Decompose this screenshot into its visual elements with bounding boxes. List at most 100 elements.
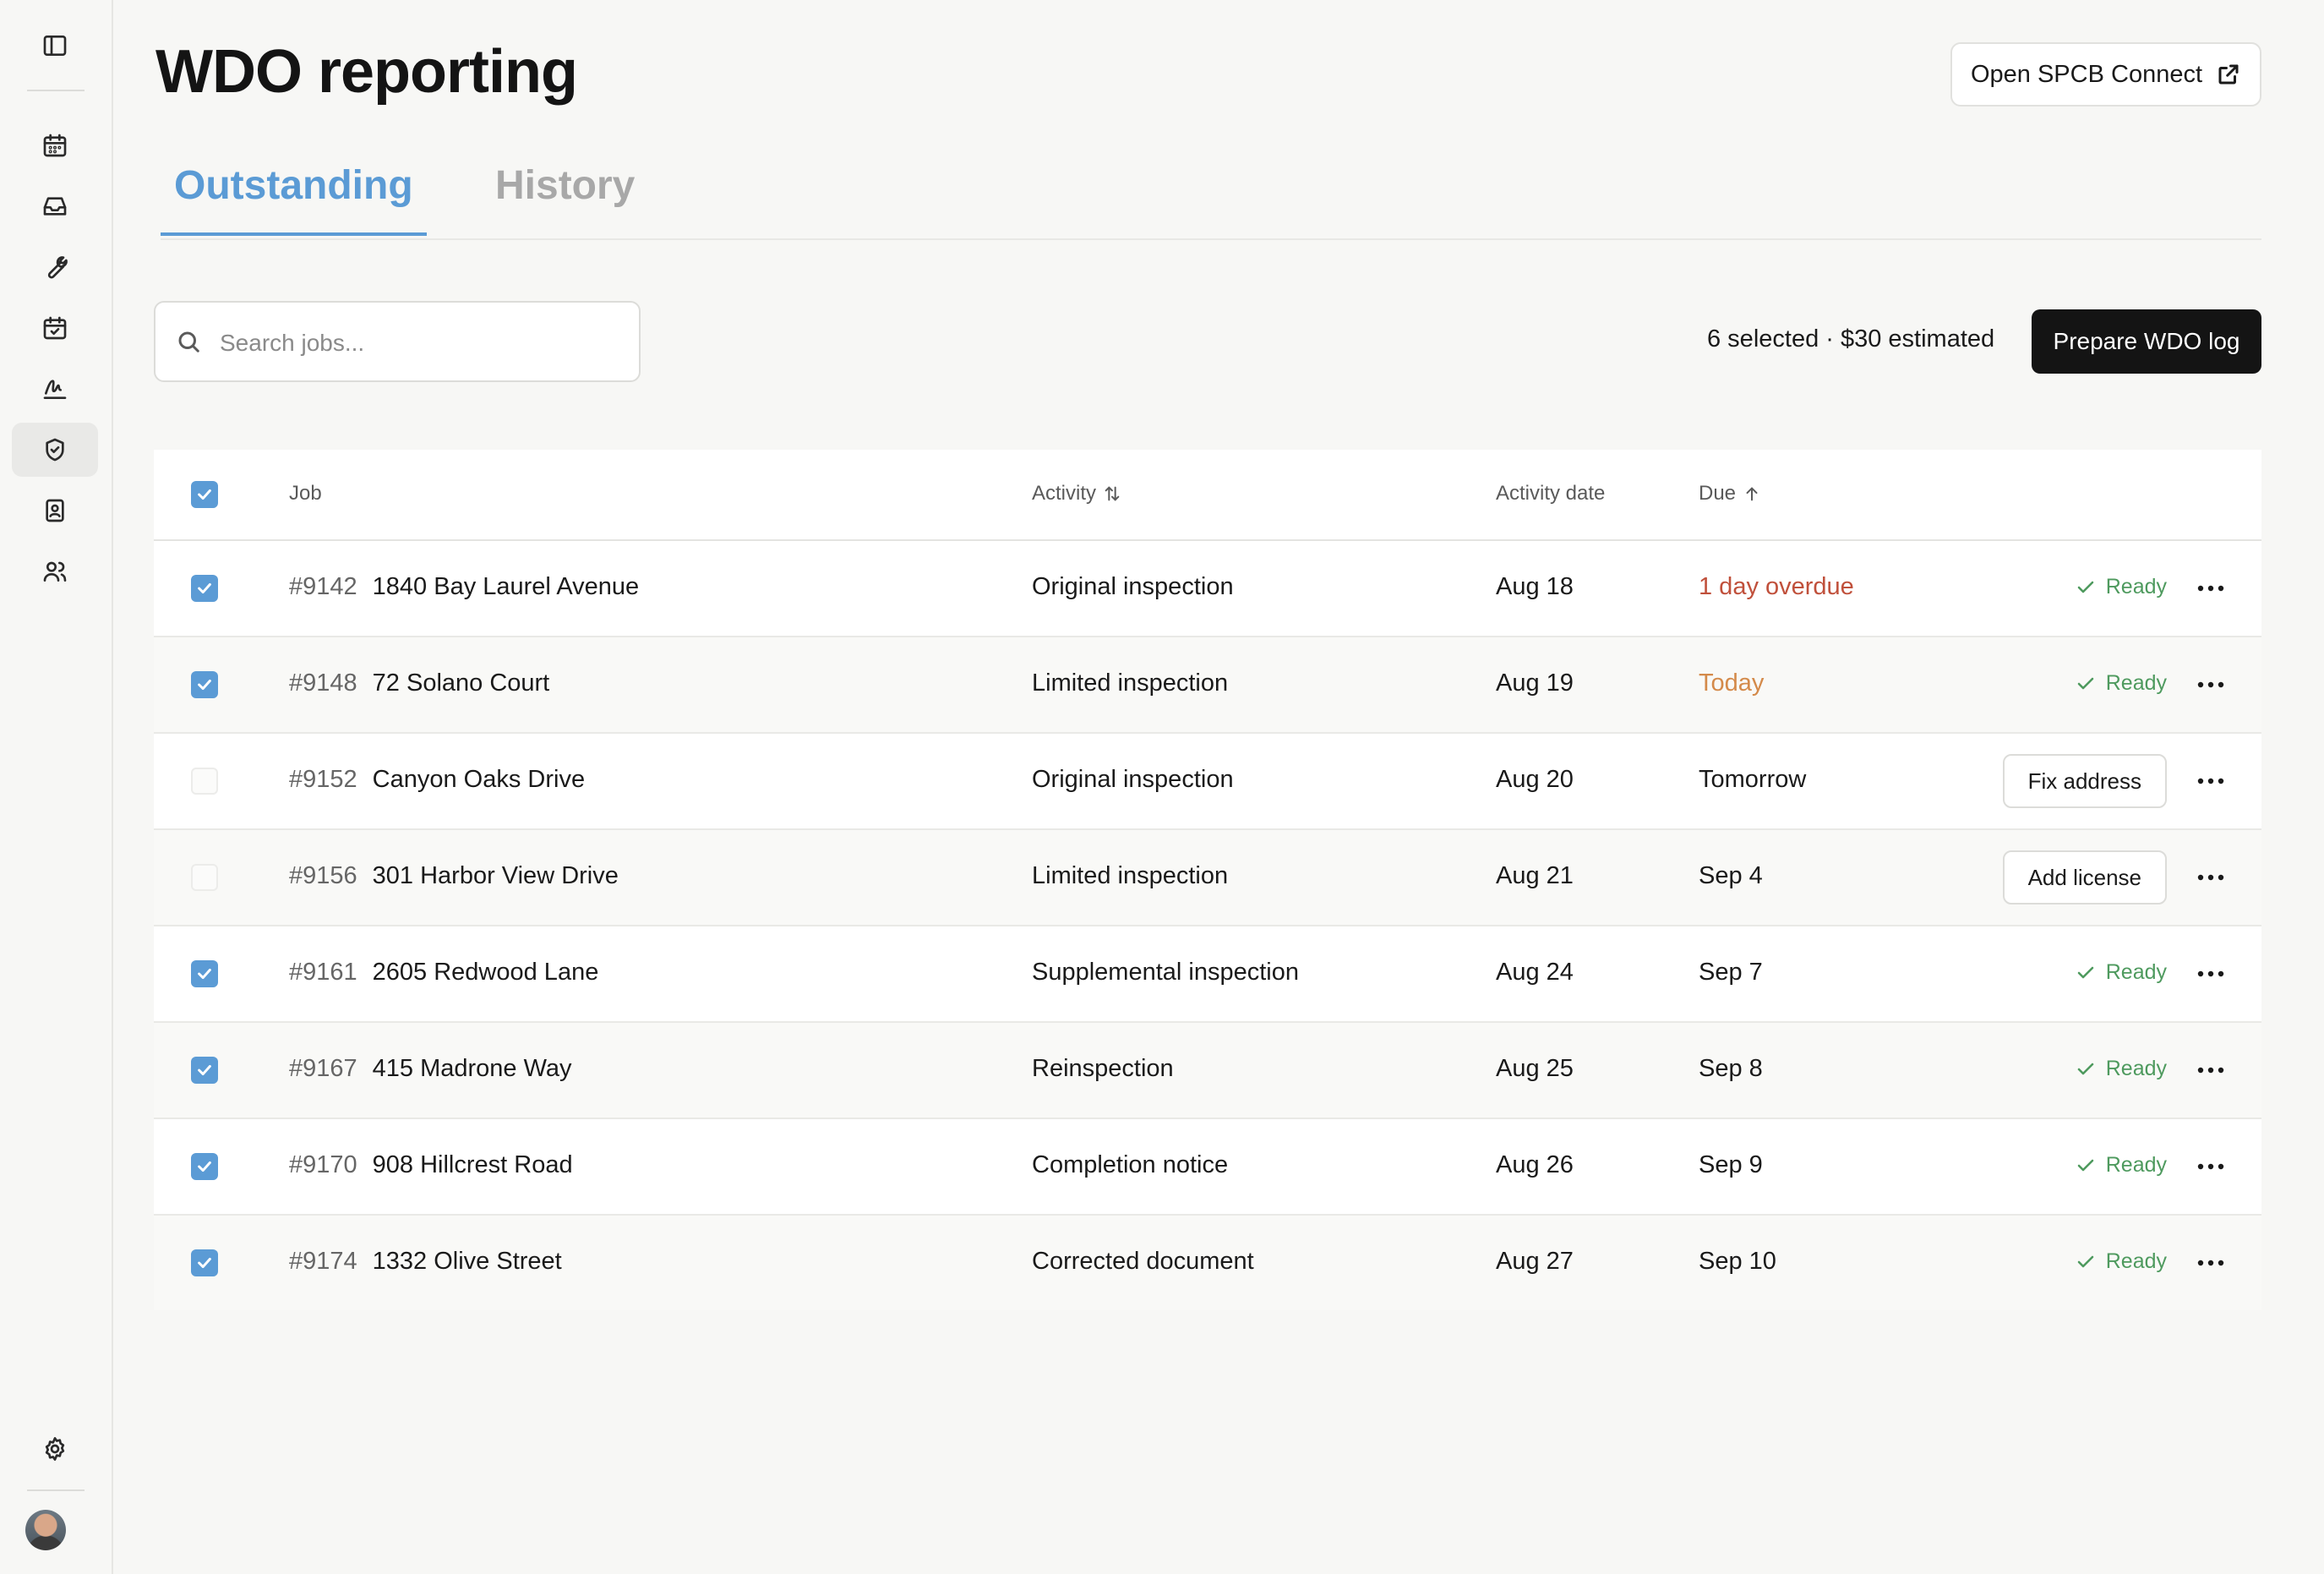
row-checkbox[interactable] (191, 671, 218, 698)
table-body: #9142 1840 Bay Laurel Avenue Original insp… (154, 541, 2261, 1310)
search-input[interactable] (218, 321, 627, 365)
check-icon (198, 968, 211, 980)
shield-check-icon[interactable] (12, 423, 98, 477)
row-checkbox[interactable] (191, 1249, 218, 1276)
activity-cell: Original inspection (1032, 766, 1234, 793)
activity-cell: Limited inspection (1032, 669, 1229, 697)
check-icon (198, 679, 211, 691)
job-address[interactable]: 1332 Olive Street (373, 1248, 562, 1275)
table-row[interactable]: #9152 Canyon Oaks Drive Original inspectio… (154, 734, 2261, 830)
job-id: #9142 (289, 573, 357, 600)
activity-cell: Limited inspection (1032, 862, 1229, 889)
row-checkbox[interactable] (191, 768, 218, 795)
more-icon (2197, 1260, 2224, 1266)
row-checkbox[interactable] (191, 1057, 218, 1084)
table-row[interactable]: #9174 1332 Olive Street Corrected document… (154, 1216, 2261, 1310)
sidebar-divider (27, 90, 85, 91)
page-title: WDO reporting (155, 38, 578, 106)
external-link-icon (2218, 64, 2239, 85)
job-address[interactable]: 72 Solano Court (373, 669, 550, 697)
activity-date-cell: Aug 26 (1496, 1151, 1574, 1178)
more-options-button[interactable] (2194, 1248, 2228, 1278)
checkmark-icon (2077, 581, 2094, 593)
more-options-button[interactable] (2194, 959, 2228, 989)
due-cell: Sep 9 (1699, 1151, 1763, 1178)
column-header-due[interactable]: Due (1699, 482, 1761, 506)
activity-date-cell: Aug 24 (1496, 959, 1574, 986)
job-id: #9174 (289, 1248, 357, 1275)
due-cell: Today (1699, 669, 1765, 697)
avatar[interactable] (25, 1510, 66, 1550)
open-spcb-connect-button[interactable]: Open SPCB Connect (1950, 42, 2261, 107)
tab-bar: Outstanding History (161, 152, 2261, 240)
job-id: #9170 (289, 1151, 357, 1178)
signature-icon[interactable] (12, 362, 98, 416)
table-row[interactable]: #9142 1840 Bay Laurel Avenue Original insp… (154, 541, 2261, 637)
check-icon (198, 1161, 211, 1172)
status-ready: Ready (2076, 575, 2167, 599)
check-icon (198, 489, 211, 500)
row-checkbox[interactable] (191, 864, 218, 891)
check-icon (198, 582, 211, 594)
check-icon (198, 1257, 211, 1269)
table-row[interactable]: #9170 908 Hillcrest Road Completion notice… (154, 1119, 2261, 1216)
job-id: #9156 (289, 862, 357, 889)
job-address[interactable]: 908 Hillcrest Road (373, 1151, 573, 1178)
row-checkbox[interactable] (191, 1153, 218, 1180)
job-address[interactable]: 1840 Bay Laurel Avenue (373, 573, 640, 600)
column-header-label: Activity (1032, 482, 1097, 505)
activity-date-cell: Aug 20 (1496, 766, 1574, 793)
contact-book-icon[interactable] (12, 484, 98, 538)
due-cell: Tomorrow (1699, 766, 1807, 793)
row-checkbox[interactable] (191, 575, 218, 602)
due-cell: Sep 4 (1699, 862, 1763, 889)
more-options-button[interactable] (2194, 1151, 2228, 1182)
activity-date-cell: Aug 18 (1496, 573, 1574, 600)
gear-icon[interactable] (12, 1422, 98, 1476)
prepare-wdo-log-button[interactable]: Prepare WDO log (2032, 309, 2261, 374)
tab-outstanding[interactable]: Outstanding (161, 162, 427, 236)
users-icon[interactable] (12, 544, 98, 598)
activity-date-cell: Aug 27 (1496, 1248, 1574, 1275)
inbox-icon[interactable] (12, 179, 98, 233)
more-options-button[interactable] (2194, 766, 2228, 796)
row-action-button[interactable]: Fix address (2002, 754, 2167, 808)
calendar-check-icon[interactable] (12, 301, 98, 355)
due-cell: 1 day overdue (1699, 573, 1854, 600)
table-row[interactable]: #9148 72 Solano Court Limited inspection Au… (154, 637, 2261, 734)
job-cell: #9142 1840 Bay Laurel Avenue (289, 573, 639, 601)
job-address[interactable]: 2605 Redwood Lane (373, 959, 599, 986)
tab-history[interactable]: History (482, 162, 648, 232)
more-options-button[interactable] (2194, 1055, 2228, 1085)
column-header-activity[interactable]: Activity (1032, 482, 1121, 506)
calendar-icon[interactable] (12, 118, 98, 172)
wrench-icon[interactable] (12, 240, 98, 294)
more-options-button[interactable] (2194, 862, 2228, 893)
more-options-button[interactable] (2194, 573, 2228, 604)
sort-icon (1105, 486, 1120, 501)
due-cell: Sep 8 (1699, 1055, 1763, 1082)
job-address[interactable]: Canyon Oaks Drive (373, 766, 585, 793)
more-icon (2197, 585, 2224, 592)
sidebar (0, 0, 113, 1574)
column-header-job[interactable]: Job (289, 482, 322, 506)
row-checkbox[interactable] (191, 960, 218, 987)
table-row[interactable]: #9156 301 Harbor View Drive Limited inspec… (154, 830, 2261, 926)
jobs-table: Job Activity Activity date Due #9142 1840… (154, 450, 2261, 1310)
connect-button-label: Open SPCB Connect (1970, 60, 2203, 88)
sidebar-toggle-icon[interactable] (12, 19, 98, 73)
column-header-activity-date[interactable]: Activity date (1496, 482, 1605, 506)
select-all-checkbox[interactable] (191, 481, 218, 508)
job-id: #9161 (289, 959, 357, 986)
row-action-button[interactable]: Add license (2002, 850, 2167, 905)
table-row[interactable]: #9167 415 Madrone Way Reinspection Aug 25 Se… (154, 1023, 2261, 1119)
more-options-button[interactable] (2194, 669, 2228, 700)
job-id: #9152 (289, 766, 357, 793)
table-row[interactable]: #9161 2605 Redwood Lane Supplemental inspe… (154, 926, 2261, 1023)
job-address[interactable]: 415 Madrone Way (373, 1055, 572, 1082)
job-address[interactable]: 301 Harbor View Drive (373, 862, 619, 889)
job-cell: #9152 Canyon Oaks Drive (289, 766, 585, 794)
activity-cell: Supplemental inspection (1032, 959, 1299, 986)
search-icon (178, 331, 199, 353)
sort-ascending-icon (1746, 487, 1758, 501)
